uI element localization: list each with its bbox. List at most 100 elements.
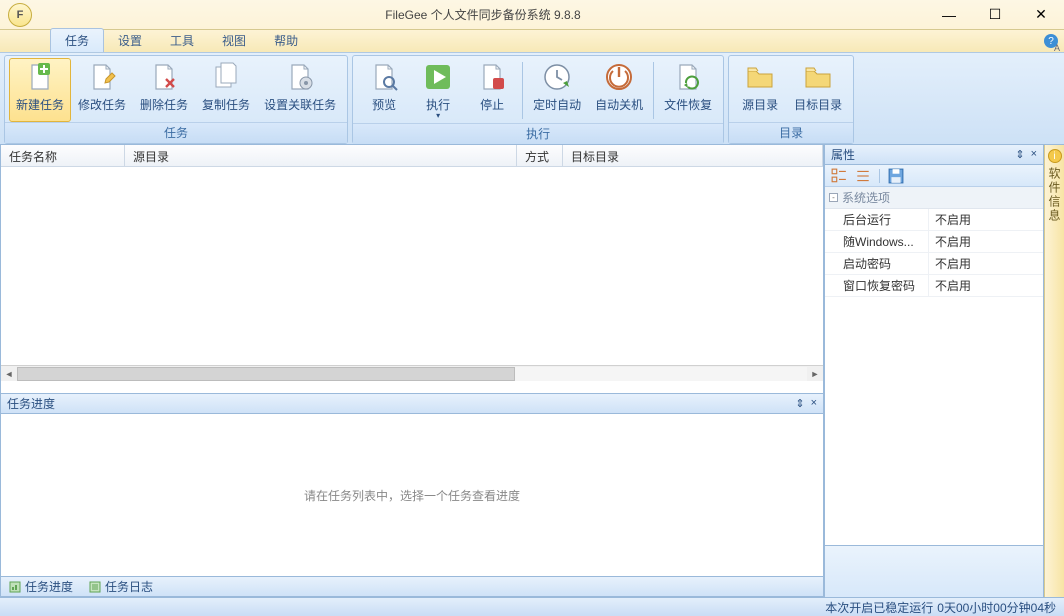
doc-new-icon	[24, 61, 56, 93]
preview-icon	[368, 61, 400, 93]
ribbon-folder-button[interactable]: 源目录	[733, 58, 787, 122]
stop-icon	[476, 61, 508, 93]
property-value[interactable]: 不启用	[929, 275, 1043, 296]
play-icon	[422, 61, 454, 93]
ribbon-doc-edit-button[interactable]: 修改任务	[71, 58, 133, 122]
status-prefix: 本次开启已稳定运行	[825, 599, 933, 616]
property-value[interactable]: 不启用	[929, 253, 1043, 274]
scroll-left-button[interactable]: ◄	[1, 367, 17, 381]
window-title: FileGee 个人文件同步备份系统 9.8.8	[40, 6, 926, 23]
categorize-icon[interactable]	[831, 168, 847, 184]
grid-body[interactable]	[1, 167, 823, 365]
ribbon-doc-del-button[interactable]: 删除任务	[133, 58, 195, 122]
ribbon-clock-auto-button[interactable]: 定时自动	[526, 58, 588, 123]
menu-tab-settings[interactable]: 设置	[104, 29, 156, 52]
tab-progress[interactable]: 任务进度	[1, 576, 81, 597]
menu-tab-help[interactable]: 帮助	[260, 29, 312, 52]
progress-tab-icon	[9, 581, 21, 593]
property-value[interactable]: 不启用	[929, 231, 1043, 252]
progress-panel: 任务进度 ⇕ × 请在任务列表中，选择一个任务查看进度	[0, 394, 824, 577]
scroll-thumb[interactable]	[17, 367, 515, 381]
ribbon-group-label: 执行	[353, 123, 723, 144]
column-header[interactable]: 方式	[517, 145, 563, 166]
ribbon-button-label: 预览	[372, 96, 396, 113]
status-uptime: 0天00小时00分钟04秒	[937, 599, 1056, 616]
ribbon-folder-button[interactable]: 目标目录	[787, 58, 849, 122]
ribbon-stop-button[interactable]: 停止	[465, 58, 519, 123]
ribbon-button-label: 目标目录	[794, 96, 842, 113]
ribbon-button-label: 删除任务	[140, 96, 188, 113]
left-pane: 任务名称源目录方式目标目录 ◄ ► 任务进度 ⇕ × 请在任务列表中，选择一个任…	[0, 145, 825, 597]
tab-log[interactable]: 任务日志	[81, 576, 161, 597]
ribbon-button-label: 自动关机	[595, 96, 643, 113]
close-button[interactable]: ✕	[1018, 0, 1064, 29]
ribbon-button-label: 新建任务	[16, 96, 64, 113]
collapse-icon[interactable]: -	[829, 193, 838, 202]
properties-tree[interactable]: - 系统选项 后台运行不启用随Windows...不启用启动密码不启用窗口恢复密…	[825, 187, 1043, 545]
property-key: 窗口恢复密码	[825, 275, 929, 296]
property-category[interactable]: - 系统选项	[825, 187, 1043, 209]
doc-edit-icon	[86, 61, 118, 93]
properties-title: 属性	[831, 146, 855, 163]
panel-controls: ⇕ ×	[795, 397, 817, 410]
column-header[interactable]: 源目录	[125, 145, 517, 166]
property-row[interactable]: 随Windows...不启用	[825, 231, 1043, 253]
ribbon-group-执行: 预览执行▾停止定时自动自动关机文件恢复执行	[352, 55, 724, 144]
progress-placeholder: 请在任务列表中，选择一个任务查看进度	[304, 487, 520, 504]
property-key: 随Windows...	[825, 231, 929, 252]
sort-icon[interactable]	[855, 168, 871, 184]
task-grid[interactable]: 任务名称源目录方式目标目录 ◄ ►	[0, 145, 824, 394]
pin-icon[interactable]: ⇕	[795, 397, 804, 410]
side-tab-software-info[interactable]: i 软件信息	[1044, 145, 1064, 597]
app-icon[interactable]: F	[8, 3, 32, 27]
main-area: 任务名称源目录方式目标目录 ◄ ► 任务进度 ⇕ × 请在任务列表中，选择一个任…	[0, 145, 1064, 597]
dropdown-icon[interactable]: ▾	[436, 111, 440, 120]
menu-tab-view[interactable]: 视图	[208, 29, 260, 52]
ribbon-button-label: 源目录	[742, 96, 778, 113]
properties-description	[825, 545, 1043, 597]
ribbon-preview-button[interactable]: 预览	[357, 58, 411, 123]
category-label: 系统选项	[842, 189, 890, 206]
progress-title: 任务进度	[7, 395, 55, 412]
ribbon-group-任务: 新建任务修改任务删除任务复制任务设置关联任务任务	[4, 55, 348, 144]
tab-progress-label: 任务进度	[25, 578, 73, 595]
column-header[interactable]: 任务名称	[1, 145, 125, 166]
ribbon-button-label: 定时自动	[533, 96, 581, 113]
property-row[interactable]: 窗口恢复密码不启用	[825, 275, 1043, 297]
property-row[interactable]: 后台运行不启用	[825, 209, 1043, 231]
ribbon-doc-copy-button[interactable]: 复制任务	[195, 58, 257, 122]
menu-tab-tools[interactable]: 工具	[156, 29, 208, 52]
doc-copy-icon	[210, 61, 242, 93]
save-icon[interactable]	[888, 168, 904, 184]
clock-auto-icon	[541, 61, 573, 93]
property-value[interactable]: 不启用	[929, 209, 1043, 230]
ribbon-power-button[interactable]: 自动关机	[588, 58, 650, 123]
ribbon-doc-gear-button[interactable]: 设置关联任务	[257, 58, 343, 122]
tab-log-label: 任务日志	[105, 578, 153, 595]
property-key: 后台运行	[825, 209, 929, 230]
progress-panel-header: 任务进度 ⇕ ×	[1, 394, 823, 414]
ribbon-button-label: 修改任务	[78, 96, 126, 113]
ribbon-doc-new-button[interactable]: 新建任务	[9, 58, 71, 122]
minimize-button[interactable]: —	[926, 0, 972, 29]
accelerator-hint: A	[1054, 43, 1060, 53]
property-key: 启动密码	[825, 253, 929, 274]
property-row[interactable]: 启动密码不启用	[825, 253, 1043, 275]
panel-close-icon[interactable]: ×	[1031, 148, 1037, 161]
folder-icon	[802, 61, 834, 93]
column-header[interactable]: 目标目录	[563, 145, 823, 166]
ribbon-play-button[interactable]: 执行▾	[411, 58, 465, 123]
scroll-right-button[interactable]: ►	[807, 367, 823, 381]
properties-panel: 属性 ⇕ × - 系统选项 后台运行不启用随Windows...不启用启动密码不…	[825, 145, 1044, 597]
ribbon-group-label: 目录	[729, 122, 853, 143]
progress-body: 请在任务列表中，选择一个任务查看进度	[1, 414, 823, 576]
maximize-button[interactable]: ☐	[972, 0, 1018, 29]
status-bar: 本次开启已稳定运行 0天00小时00分钟04秒	[0, 597, 1064, 616]
menu-bar: 任务 设置 工具 视图 帮助 ? A	[0, 30, 1064, 53]
horizontal-scrollbar[interactable]: ◄ ►	[1, 365, 823, 381]
panel-close-icon[interactable]: ×	[811, 397, 817, 410]
scroll-track[interactable]	[17, 367, 807, 381]
pin-icon[interactable]: ⇕	[1015, 148, 1024, 161]
menu-tab-task[interactable]: 任务	[50, 28, 104, 52]
ribbon-doc-restore-button[interactable]: 文件恢复	[657, 58, 719, 123]
